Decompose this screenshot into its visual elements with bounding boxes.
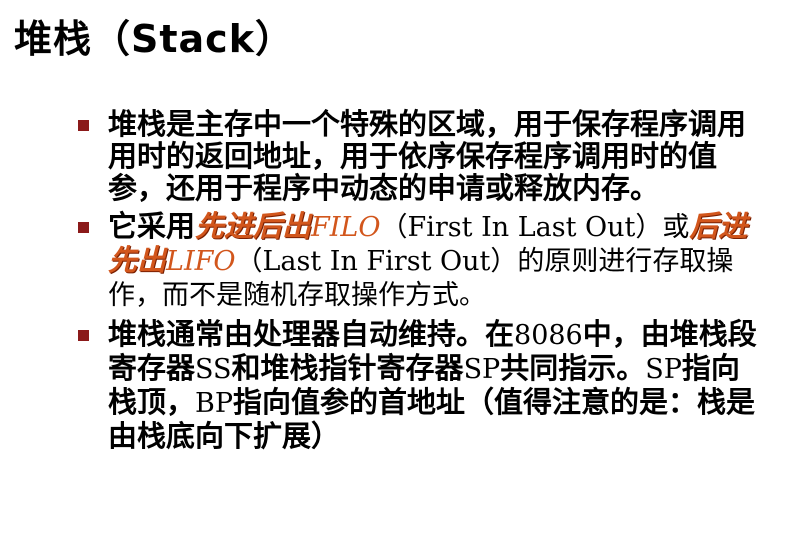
square-bullet-icon <box>78 222 89 233</box>
bullet-3-text-a: 堆栈通常由处理器自动维持。在 <box>108 317 515 351</box>
bullet-2-text-b: （First In Last Out）或 <box>380 212 690 243</box>
bullet-item-3: 堆栈通常由处理器自动维持。在8086中，由堆栈段寄存器SS和堆栈指针寄存器SP共… <box>78 318 768 452</box>
register-sp-2: SP <box>645 354 682 385</box>
bullet-1-text: 堆栈是主存中一个特殊的区域，用于保存程序调用用时的返回地址，用于依序保存程序调用… <box>108 107 747 205</box>
bullet-2-text-a: 它采用 <box>108 209 196 243</box>
filo-highlight: 先进后出 <box>195 209 312 243</box>
cpu-model: 8086 <box>514 320 583 351</box>
bullet-list: 堆栈是主存中一个特殊的区域，用于保存程序调用用时的返回地址，用于依序保存程序调用… <box>78 108 768 458</box>
slide-title: 堆栈（Stack） <box>14 17 294 61</box>
filo-code: FILO <box>311 212 381 243</box>
square-bullet-icon <box>78 120 89 131</box>
square-bullet-icon <box>78 330 89 341</box>
lifo-code: LIFO <box>166 246 236 277</box>
slide: 堆栈（Stack） 堆栈是主存中一个特殊的区域，用于保存程序调用用时的返回地址，… <box>0 0 811 546</box>
register-sp: SP <box>463 354 501 385</box>
bullet-item-1: 堆栈是主存中一个特殊的区域，用于保存程序调用用时的返回地址，用于依序保存程序调用… <box>78 108 768 204</box>
bullet-3-text-d: 共同指示。 <box>500 351 646 385</box>
register-ss: SS <box>195 354 232 385</box>
register-bp: BP <box>195 388 234 419</box>
bullet-3-text-c: 和堆栈指针寄存器 <box>231 351 464 385</box>
bullet-item-2: 它采用先进后出FILO（First In Last Out）或后进先出LIFO（… <box>78 210 768 312</box>
